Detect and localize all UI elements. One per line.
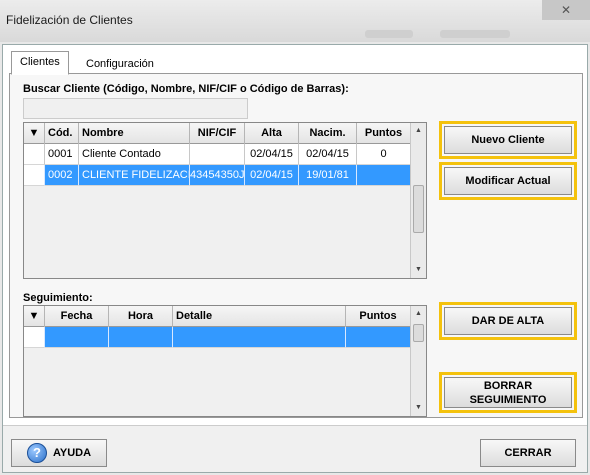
tab-bar: Clientes Configuración: [9, 51, 581, 75]
clients-table[interactable]: ▼ Cód. Nombre NIF/CIF Alta Nacim. Puntos…: [23, 122, 427, 279]
search-label: Buscar Cliente (Código, Nombre, NIF/CIF …: [23, 83, 349, 95]
row-indicator: [24, 144, 45, 165]
column-header-alta[interactable]: Alta: [245, 123, 299, 144]
table-row[interactable]: ▶ 0002 CLIENTE FIDELIZACI... 43454350J 0…: [24, 165, 411, 186]
modificar-actual-button[interactable]: Modificar Actual: [439, 162, 577, 200]
title-bar: Fidelización de Clientes ✕: [0, 0, 590, 42]
seguimiento-table-header: ▼ Fecha Hora Detalle Puntos: [24, 306, 411, 327]
scroll-up-icon[interactable]: ▲: [411, 123, 426, 139]
row-indicator: ▶: [24, 165, 45, 186]
cerrar-button[interactable]: CERRAR: [480, 439, 576, 467]
cell-alta: 02/04/15: [245, 165, 299, 186]
cell-nacim: 02/04/15: [299, 144, 357, 165]
tab-configuracion[interactable]: Configuración: [77, 53, 161, 73]
seguimiento-label: Seguimiento:: [23, 292, 93, 304]
clients-table-header: ▼ Cód. Nombre NIF/CIF Alta Nacim. Puntos: [24, 123, 411, 144]
cell-hora: [109, 327, 173, 348]
nuevo-cliente-button[interactable]: Nuevo Cliente: [439, 121, 577, 159]
scroll-up-icon[interactable]: ▲: [411, 306, 426, 322]
cell-cod: 0002: [45, 165, 79, 186]
scroll-thumb[interactable]: [413, 324, 424, 342]
blurred-toolbar-item: [365, 30, 413, 38]
sort-down-icon[interactable]: ▼: [24, 123, 45, 144]
seguimiento-scrollbar[interactable]: ▲ ▼: [410, 306, 426, 416]
column-header-detalle[interactable]: Detalle: [173, 306, 346, 327]
sort-down-icon[interactable]: ▼: [24, 306, 45, 327]
tab-clientes[interactable]: Clientes: [11, 51, 69, 75]
dar-de-alta-button[interactable]: DAR DE ALTA: [439, 302, 577, 340]
help-icon: ?: [26, 443, 47, 463]
clients-scrollbar[interactable]: ▲ ▼: [410, 123, 426, 278]
window-title: Fidelización de Clientes: [6, 13, 133, 27]
cell-nombre: Cliente Contado: [79, 144, 190, 165]
column-header-cod[interactable]: Cód.: [45, 123, 79, 144]
ayuda-button[interactable]: ? AYUDA: [11, 439, 107, 467]
cell-nacim: 19/01/81: [299, 165, 357, 186]
table-row[interactable]: ▶: [24, 327, 411, 348]
dialog-footer: ? AYUDA CERRAR: [3, 425, 587, 472]
cell-puntos: [346, 327, 411, 348]
ayuda-label: AYUDA: [52, 447, 92, 459]
column-header-puntos[interactable]: Puntos: [346, 306, 411, 327]
cell-cod: 0001: [45, 144, 79, 165]
dialog-window: Clientes Configuración Buscar Cliente (C…: [2, 44, 588, 473]
blurred-toolbar-item: [440, 30, 510, 38]
borrar-seguimiento-button[interactable]: BORRAR SEGUIMIENTO: [439, 372, 577, 413]
search-input[interactable]: [23, 98, 248, 119]
cell-nombre: CLIENTE FIDELIZACI...: [79, 165, 190, 186]
cell-detalle: [173, 327, 346, 348]
column-header-puntos[interactable]: Puntos: [357, 123, 411, 144]
cell-puntos: [357, 165, 411, 186]
cell-nif: [190, 144, 245, 165]
tab-panel-clientes: Buscar Cliente (Código, Nombre, NIF/CIF …: [9, 73, 583, 418]
seguimiento-table[interactable]: ▼ Fecha Hora Detalle Puntos ▶ ▲ ▼: [23, 305, 427, 417]
close-icon[interactable]: ✕: [542, 0, 590, 20]
column-header-fecha[interactable]: Fecha: [45, 306, 109, 327]
column-header-nacim[interactable]: Nacim.: [299, 123, 357, 144]
borrar-seguimiento-label-line2: SEGUIMIENTO: [469, 393, 547, 406]
scroll-down-icon[interactable]: ▼: [411, 262, 426, 278]
row-indicator: ▶: [24, 327, 45, 348]
table-row[interactable]: 0001 Cliente Contado 02/04/15 02/04/15 0: [24, 144, 411, 165]
cell-alta: 02/04/15: [245, 144, 299, 165]
column-header-hora[interactable]: Hora: [109, 306, 173, 327]
cell-nif: 43454350J: [190, 165, 245, 186]
cell-puntos: 0: [357, 144, 411, 165]
column-header-nombre[interactable]: Nombre: [79, 123, 190, 144]
scroll-down-icon[interactable]: ▼: [411, 400, 426, 416]
cell-fecha: [45, 327, 109, 348]
column-header-nif[interactable]: NIF/CIF: [190, 123, 245, 144]
borrar-seguimiento-label-line1: BORRAR: [483, 379, 533, 392]
scroll-thumb[interactable]: [413, 185, 424, 233]
